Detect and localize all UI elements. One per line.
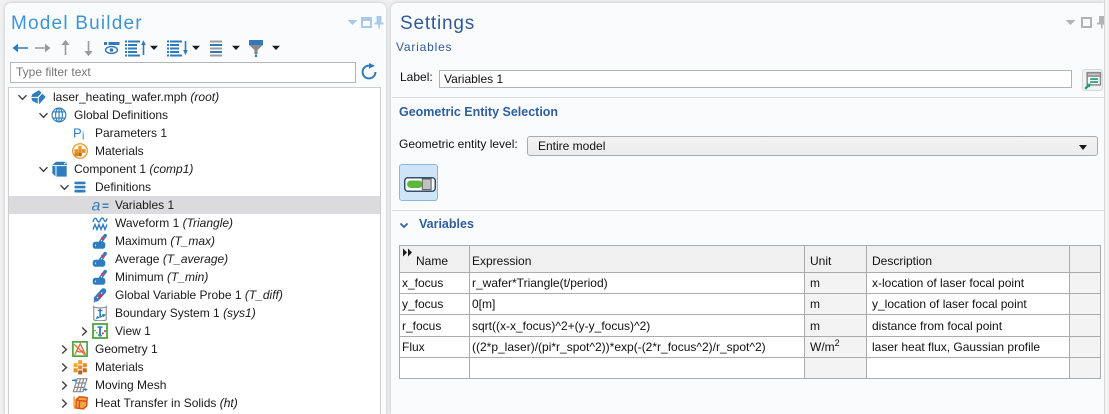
svg-text:=: = — [102, 199, 109, 213]
svg-text:P: P — [73, 126, 82, 141]
svg-text:i: i — [82, 131, 84, 142]
svg-text:a: a — [92, 198, 101, 214]
